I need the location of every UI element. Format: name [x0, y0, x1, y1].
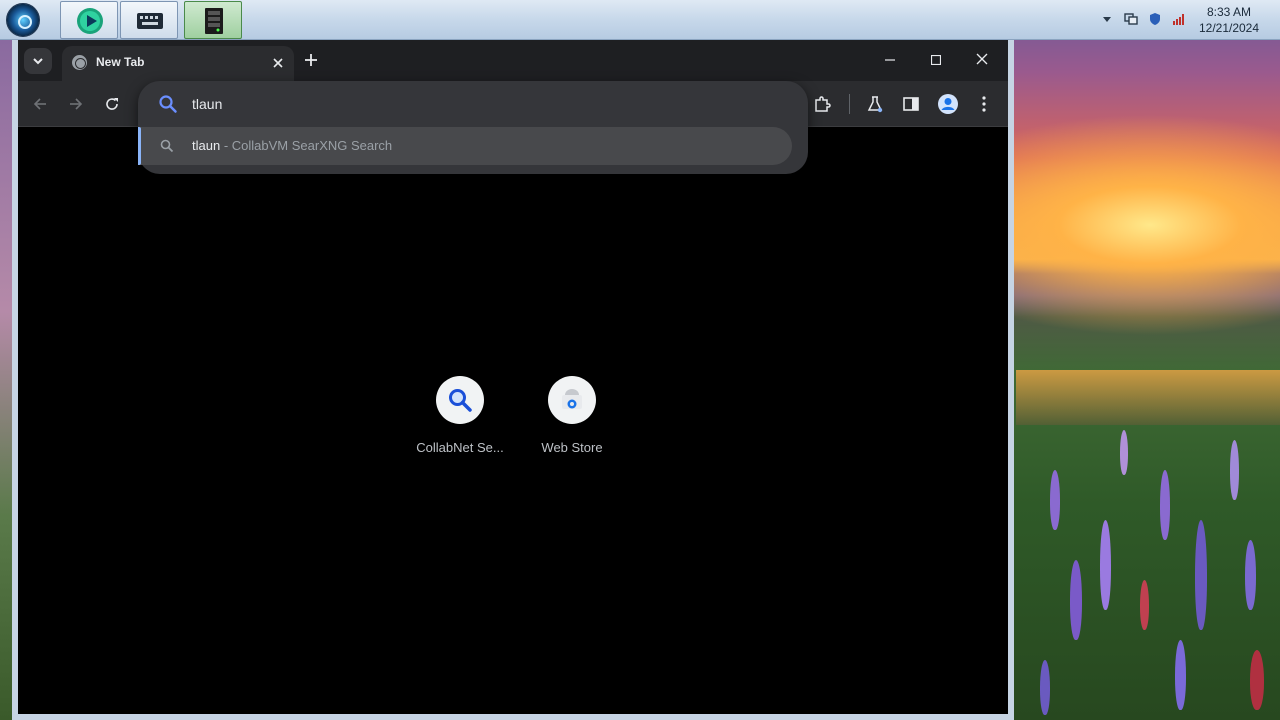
profile-button[interactable] [936, 92, 960, 116]
omnibox-dropdown: tlaun - CollabVM SearXNG Search [138, 81, 808, 174]
wallpaper-flower [1175, 640, 1186, 710]
shortcut-icon-container [548, 376, 596, 424]
taskbar-app-media-player[interactable] [60, 1, 118, 39]
taskbar-clock[interactable]: 8:33 AM 12/21/2024 [1196, 4, 1262, 36]
tab-new-tab[interactable]: New Tab [62, 46, 294, 81]
tab-strip: New Tab [18, 40, 1008, 81]
kebab-menu-icon [982, 96, 986, 112]
shortcut-icon-container [436, 376, 484, 424]
maximize-button[interactable] [922, 48, 950, 72]
suggestion-provider: CollabVM SearXNG Search [231, 138, 393, 153]
wallpaper-flower [1070, 560, 1082, 640]
media-player-icon [77, 8, 103, 34]
clock-time: 8:33 AM [1206, 5, 1252, 19]
labs-button[interactable] [863, 92, 887, 116]
reload-icon [106, 98, 118, 110]
show-hidden-icons-chevron-icon[interactable] [1100, 12, 1114, 26]
close-window-button[interactable] [968, 48, 996, 72]
side-panel-icon [903, 97, 919, 111]
shortcut-collabnet-search[interactable]: CollabNet Se... [405, 376, 515, 455]
search-icon [160, 139, 174, 153]
minimize-icon [885, 59, 895, 61]
wallpaper-left-edge [0, 40, 12, 720]
new-tab-page: CollabNet Se... Web Store [18, 128, 1008, 714]
wallpaper-lake [1016, 370, 1280, 425]
shortcut-web-store[interactable]: Web Store [517, 376, 627, 455]
tab-search-button[interactable] [24, 48, 52, 74]
wallpaper-flower [1100, 520, 1111, 610]
close-icon [273, 58, 283, 68]
suggestion-separator: - [220, 138, 232, 153]
close-icon [976, 53, 988, 65]
minimize-button[interactable] [876, 48, 904, 72]
suggestion-selected-indicator [138, 127, 141, 165]
arrow-left-icon [33, 98, 46, 110]
chevron-down-icon [33, 58, 43, 65]
address-bar-input[interactable] [192, 93, 772, 115]
wallpaper-flower [1040, 660, 1050, 715]
suggestion-query: tlaun [192, 138, 221, 153]
server-app-icon [205, 8, 223, 34]
taskbar-app-keyboard[interactable] [120, 1, 178, 39]
wallpaper-flower [1250, 650, 1264, 710]
globe-icon [72, 55, 87, 70]
new-tab-button[interactable] [300, 49, 322, 71]
wallpaper-flower [1230, 440, 1239, 500]
tab-title: New Tab [96, 55, 145, 69]
tab-close-button[interactable] [268, 53, 288, 73]
suggestion-text: tlaun - CollabVM SearXNG Search [192, 138, 392, 153]
web-store-icon [562, 389, 582, 409]
start-button[interactable] [6, 3, 40, 37]
browser-window: New Tab CollabNet Se... Web Store tlaun … [12, 40, 1014, 720]
shortcut-label: Web Store [541, 440, 603, 455]
keyboard-app-icon [137, 13, 163, 29]
maximize-icon [930, 54, 942, 66]
taskbar: 8:33 AM 12/21/2024 [0, 0, 1280, 40]
arrow-right-icon [70, 98, 83, 110]
security-shield-icon[interactable] [1148, 12, 1162, 26]
magnifier-icon [449, 389, 472, 412]
forward-button[interactable] [64, 92, 88, 116]
volume-icon[interactable] [1172, 12, 1186, 26]
reload-button[interactable] [100, 92, 124, 116]
flask-icon [867, 96, 883, 113]
browser-menu-button[interactable] [972, 92, 996, 116]
wallpaper-flower [1195, 520, 1207, 630]
avatar-icon [938, 94, 958, 114]
side-panel-button[interactable] [899, 92, 923, 116]
back-button[interactable] [28, 92, 52, 116]
wallpaper-flower [1245, 540, 1256, 610]
network-icon[interactable] [1124, 12, 1138, 26]
clock-date: 12/21/2024 [1198, 21, 1260, 35]
taskbar-app-server[interactable] [184, 1, 242, 39]
wallpaper-flower [1140, 580, 1149, 630]
extensions-button[interactable] [810, 92, 834, 116]
wallpaper-flower [1050, 470, 1060, 530]
wallpaper-flower [1120, 430, 1128, 475]
search-icon [159, 95, 177, 113]
omnibox-suggestion[interactable]: tlaun - CollabVM SearXNG Search [138, 127, 792, 165]
shortcut-label: CollabNet Se... [416, 440, 504, 455]
toolbar-separator [849, 94, 850, 114]
puzzle-piece-icon [815, 96, 831, 112]
plus-icon [305, 54, 317, 66]
wallpaper-flower [1160, 470, 1170, 540]
